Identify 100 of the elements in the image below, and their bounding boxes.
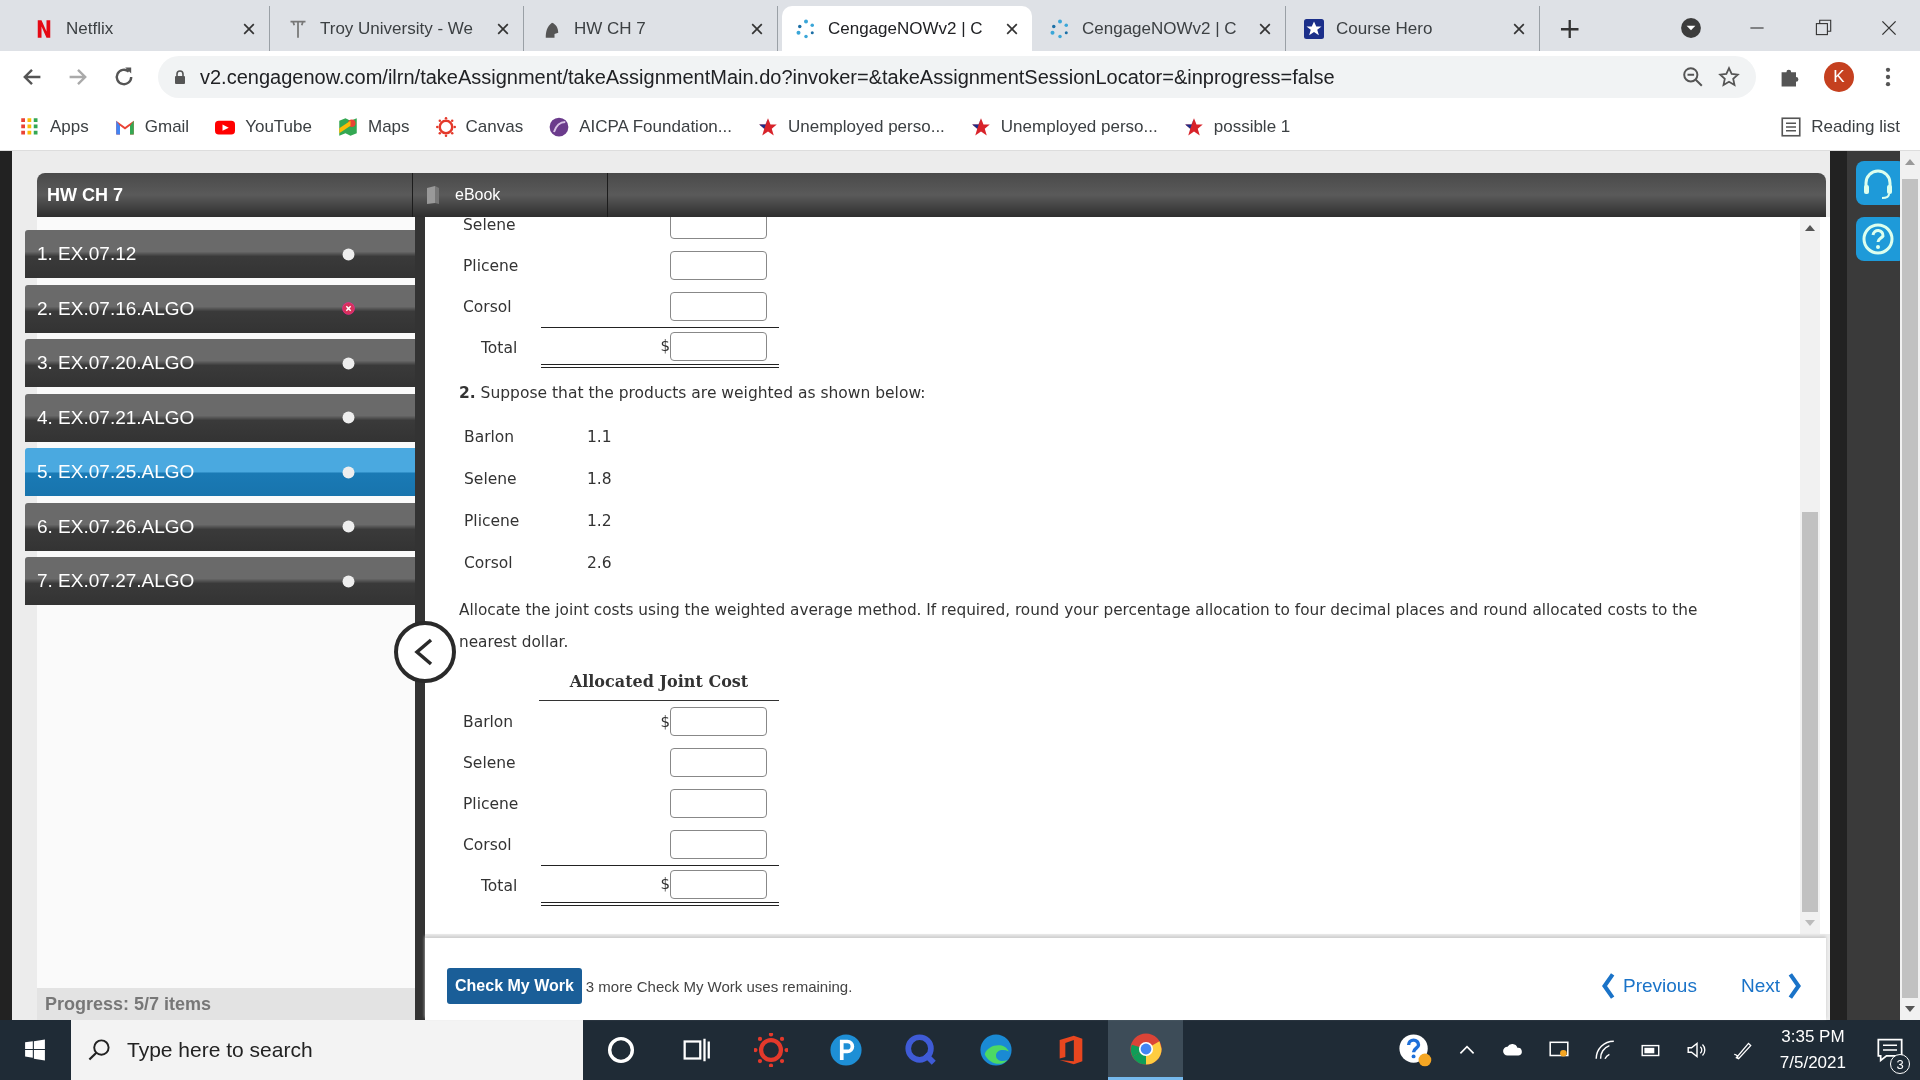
- new-tab-button[interactable]: +: [1544, 6, 1596, 51]
- row-label: Corsol: [462, 835, 513, 854]
- remaining-text: 3 more Check My Work uses remaining.: [585, 977, 853, 995]
- bookmark[interactable]: Maps: [337, 116, 410, 137]
- amount-field[interactable]: [670, 789, 767, 818]
- search-bar[interactable]: Type here to search: [71, 1020, 583, 1080]
- close-icon[interactable]: [1513, 22, 1525, 35]
- clock-date[interactable]: 7/5/2021: [1779, 1053, 1846, 1073]
- browser-tab[interactable]: CengageNOWv2 | C: [782, 6, 1032, 51]
- bookmark-label[interactable]: possible 1: [1213, 116, 1291, 137]
- scroll-thumb[interactable]: [1902, 179, 1918, 998]
- reading-list-label[interactable]: Reading list: [1811, 116, 1900, 137]
- bookmark[interactable]: Apps: [20, 116, 89, 137]
- bookmark-label[interactable]: YouTube: [245, 116, 312, 137]
- scrollbar[interactable]: [1800, 217, 1820, 934]
- column-heading: Allocated Joint Cost: [539, 672, 779, 701]
- q-logo-icon[interactable]: [903, 1033, 938, 1067]
- t-logo-icon: [288, 18, 308, 39]
- question-item[interactable]: 4. EX.07.21.ALGO: [25, 393, 415, 442]
- p-logo-icon[interactable]: [828, 1033, 863, 1067]
- bookmark[interactable]: YouTube: [215, 116, 312, 137]
- tab-search-icon[interactable]: [1680, 17, 1702, 39]
- previous-button[interactable]: Previous: [1601, 971, 1697, 1001]
- dotted-ring-icon: [435, 116, 456, 137]
- row-label: Total: [480, 338, 519, 357]
- star-outline-icon[interactable]: [1718, 66, 1740, 88]
- amount-field[interactable]: [670, 707, 767, 736]
- pen-icon[interactable]: [1731, 1039, 1754, 1061]
- apps-grid-icon: [20, 116, 40, 137]
- amount-field[interactable]: [670, 217, 767, 239]
- question-item[interactable]: 7. EX.07.27.ALGO: [25, 557, 415, 605]
- clock-time[interactable]: 3:35 PM: [1781, 1027, 1845, 1047]
- address-bar[interactable]: v2.cengagenow.com/ilrn/takeAssignment/takeAssignmentMain.do?invoker=&takeAssignmentSessionLocator=&inprogress=false: [158, 56, 1756, 98]
- close-icon[interactable]: [243, 22, 255, 35]
- next-button[interactable]: Next: [1740, 971, 1802, 1001]
- scroll-thumb[interactable]: [1802, 512, 1818, 912]
- weight-value: 2.6: [587, 554, 612, 572]
- amount-field[interactable]: [670, 251, 767, 280]
- close-icon[interactable]: [751, 22, 763, 35]
- amount-field[interactable]: [670, 748, 767, 777]
- collapse-button[interactable]: [393, 620, 457, 684]
- dots-logo-icon: [796, 18, 816, 39]
- bookmark[interactable]: AICPA Foundation...: [549, 116, 732, 137]
- progress-text: Progress: 5/7 items: [37, 988, 415, 1020]
- scroll-down-icon[interactable]: [1905, 1006, 1915, 1012]
- bookmark[interactable]: Canvas: [435, 116, 524, 137]
- bookmark[interactable]: Unemployed perso...: [970, 116, 1158, 137]
- profile-avatar[interactable]: K: [1824, 62, 1854, 92]
- instructions-text: Allocate the joint costs using the weighted average method. If required, round your percentage allocation to four decimal places and round allocated costs to the nearest dollar.: [459, 600, 1699, 653]
- bookmark[interactable]: possible 1: [1183, 116, 1291, 137]
- weight-value: 1.2: [587, 512, 612, 530]
- question-item[interactable]: 1. EX.07.12: [25, 230, 415, 278]
- help-icon[interactable]: [1856, 217, 1900, 261]
- bookmark-label[interactable]: Unemployed perso...: [1000, 116, 1158, 137]
- amount-field[interactable]: [670, 292, 767, 321]
- check-my-work-button[interactable]: Check My Work: [447, 968, 582, 1004]
- row-label: Plicene: [462, 794, 520, 813]
- reading-list-button[interactable]: Reading list: [1781, 116, 1900, 137]
- bookmark-label[interactable]: Gmail: [144, 116, 190, 137]
- close-icon[interactable]: [1259, 22, 1271, 35]
- taskbar-app[interactable]: [1108, 1020, 1183, 1080]
- speaker-icon[interactable]: [1685, 1039, 1708, 1061]
- zoom-out-icon[interactable]: [1682, 66, 1704, 88]
- wave-logo-icon[interactable]: [978, 1033, 1013, 1067]
- bookmark-label[interactable]: AICPA Foundation...: [579, 116, 732, 137]
- amount-field[interactable]: [670, 869, 767, 899]
- row-label: Total: [480, 876, 519, 895]
- scroll-up-icon[interactable]: [1805, 225, 1815, 231]
- amount-field[interactable]: [670, 830, 767, 859]
- headset-icon[interactable]: [1856, 161, 1900, 205]
- bookmark-label[interactable]: Unemployed perso...: [787, 116, 945, 137]
- currency-sign: $: [660, 712, 670, 731]
- row-label: Barlon: [462, 712, 515, 731]
- amount-field[interactable]: [670, 331, 767, 361]
- question-item[interactable]: 6. EX.07.26.ALGO: [25, 502, 415, 551]
- question-item[interactable]: 3. EX.07.20.ALGO: [25, 339, 415, 387]
- currency-sign: $: [660, 875, 670, 893]
- dots-logo-icon: [1050, 18, 1070, 39]
- bookmark[interactable]: Gmail: [114, 116, 190, 137]
- star-icon: [757, 116, 778, 137]
- windows-logo-icon[interactable]: [24, 1039, 46, 1061]
- close-icon[interactable]: [1006, 22, 1018, 35]
- dotted-ring-icon[interactable]: [753, 1033, 788, 1067]
- scrollbar[interactable]: [1900, 151, 1920, 1020]
- question-item[interactable]: 2. EX.07.16.ALGO: [25, 284, 415, 333]
- search-field[interactable]: Type here to search: [125, 1037, 529, 1063]
- star-icon: [1183, 116, 1204, 137]
- chrome-logo-icon[interactable]: [1128, 1031, 1163, 1066]
- wifi-icon[interactable]: [1593, 1039, 1616, 1061]
- bookmark-label[interactable]: Apps: [50, 116, 89, 137]
- list-icon: [1781, 116, 1802, 137]
- product-name: Barlon: [464, 428, 516, 446]
- bookmark-label[interactable]: Maps: [367, 116, 410, 137]
- currency-sign: $: [660, 337, 670, 355]
- bookmark[interactable]: Unemployed perso...: [757, 116, 945, 137]
- bookmark-label[interactable]: Canvas: [465, 116, 524, 137]
- globe-icon: [549, 116, 570, 137]
- help-badge-icon[interactable]: [1397, 1033, 1432, 1067]
- close-icon[interactable]: [497, 22, 509, 35]
- search-icon: [87, 1038, 111, 1062]
